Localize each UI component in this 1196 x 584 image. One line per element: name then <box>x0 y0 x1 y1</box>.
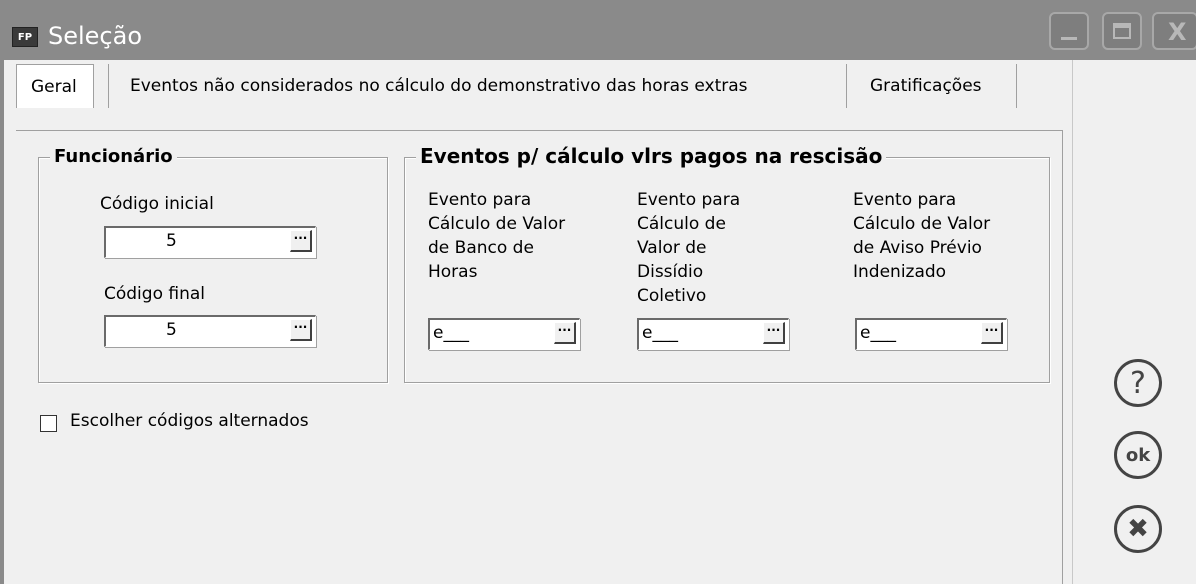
close-window-button[interactable]: X <box>1152 12 1196 50</box>
banco-horas-lookup-button[interactable]: ··· <box>554 322 576 344</box>
banco-horas-label-line: Evento para <box>428 190 532 210</box>
dissidio-label-line: Valor de <box>637 238 707 258</box>
tab-divider <box>846 64 847 108</box>
minimize-button[interactable] <box>1049 12 1089 50</box>
title-bar[interactable]: FP Seleção X <box>0 0 1196 60</box>
codigo-inicial-lookup-button[interactable]: ··· <box>290 230 312 252</box>
aviso-previo-label-line: Cálculo de Valor <box>853 214 991 234</box>
banco-horas-value: e___ <box>433 323 469 343</box>
banco-horas-label-line: Cálculo de Valor <box>428 214 566 234</box>
codigo-final-field[interactable]: 5 ··· <box>104 315 316 347</box>
codigo-inicial-value: 5 <box>166 231 177 251</box>
dissidio-label-line: Coletivo <box>637 286 707 306</box>
escolher-codigos-checkbox[interactable] <box>40 415 57 432</box>
tab-eventos-nao-considerados[interactable]: Eventos não considerados no cálculo do d… <box>116 64 762 108</box>
dissidio-lookup-button[interactable]: ··· <box>763 322 785 344</box>
cancel-icon[interactable]: ✖ <box>1114 505 1162 553</box>
codigo-inicial-field[interactable]: 5 ··· <box>104 226 316 258</box>
dissidio-label-line: Dissídio <box>637 262 704 282</box>
codigo-final-value: 5 <box>166 320 177 340</box>
dissidio-label-line: Cálculo de <box>637 214 726 234</box>
aviso-previo-field[interactable]: e___ ··· <box>855 318 1007 350</box>
banco-horas-label-line: de Banco de <box>428 238 534 258</box>
codigo-final-label: Código final <box>104 284 206 304</box>
tab-geral[interactable]: Geral <box>16 64 94 108</box>
aviso-previo-value: e___ <box>860 323 896 343</box>
funcionario-legend: Funcionário <box>50 146 177 167</box>
escolher-codigos-label[interactable]: Escolher códigos alternados <box>70 411 309 431</box>
maximize-button[interactable] <box>1102 12 1142 50</box>
close-icon: X <box>1168 18 1187 46</box>
funcionario-group <box>38 157 388 383</box>
tab-divider <box>1016 64 1017 108</box>
window-title: Seleção <box>48 22 143 50</box>
side-divider <box>1072 60 1073 584</box>
selection-dialog: FP Seleção X Geral Eventos não considera… <box>0 0 1196 584</box>
ok-icon[interactable]: ok <box>1114 431 1162 479</box>
dissidio-label: Evento para Cálculo de Valor de Dissídio… <box>637 188 817 308</box>
dissidio-field[interactable]: e___ ··· <box>637 318 789 350</box>
dissidio-label-line: Evento para <box>637 190 741 210</box>
codigo-final-lookup-button[interactable]: ··· <box>290 319 312 341</box>
tab-divider <box>108 64 109 108</box>
tab-panel-border <box>16 130 1063 131</box>
help-icon[interactable]: ? <box>1114 359 1162 407</box>
aviso-previo-lookup-button[interactable]: ··· <box>981 322 1003 344</box>
aviso-previo-label-line: de Aviso Prévio <box>853 238 982 258</box>
codigo-inicial-label: Código inicial <box>100 194 214 214</box>
banco-horas-field[interactable]: e___ ··· <box>428 318 580 350</box>
app-icon: FP <box>12 27 38 47</box>
tab-gratificacoes[interactable]: Gratificações <box>856 64 996 108</box>
window-border <box>0 60 4 584</box>
dissidio-value: e___ <box>642 323 678 343</box>
eventos-rescisao-legend: Eventos p/ cálculo vlrs pagos na rescisã… <box>416 144 887 168</box>
banco-horas-label-line: Horas <box>428 262 478 282</box>
banco-horas-label: Evento para Cálculo de Valor de Banco de… <box>428 188 608 284</box>
aviso-previo-label-line: Indenizado <box>853 262 947 282</box>
aviso-previo-label: Evento para Cálculo de Valor de Aviso Pr… <box>853 188 1043 284</box>
aviso-previo-label-line: Evento para <box>853 190 957 210</box>
tab-panel-border <box>1062 130 1063 584</box>
